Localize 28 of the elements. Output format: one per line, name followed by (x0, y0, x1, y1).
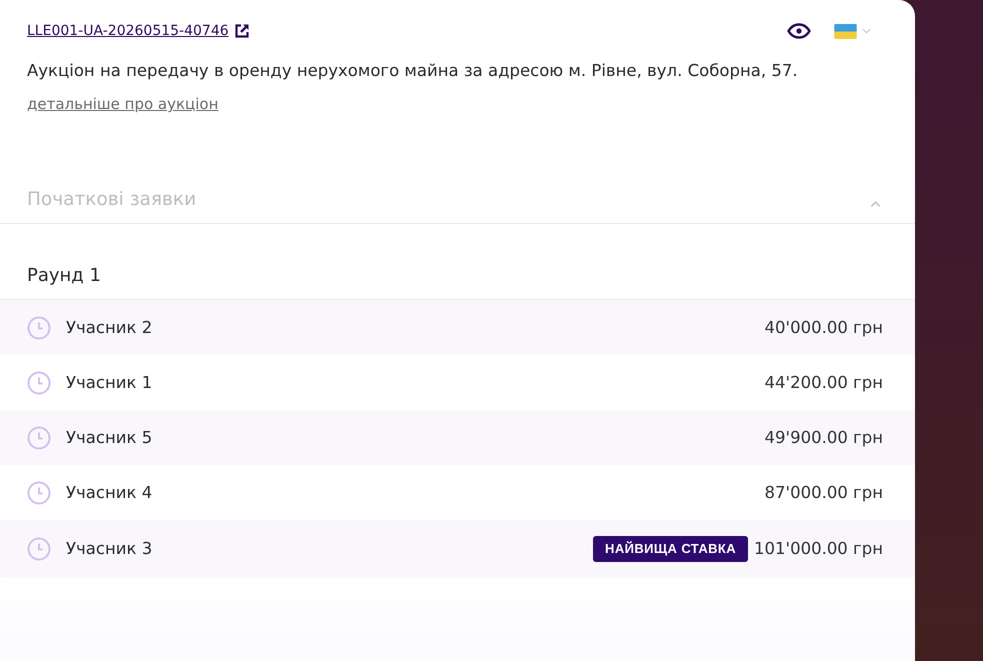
bid-amount: 40'000.00 грн (764, 318, 883, 337)
bid-amount: 44'200.00 грн (764, 373, 883, 392)
bid-amount: 49'900.00 грн (764, 428, 883, 447)
auction-description: Аукціон на передачу в оренду нерухомого майна за адресою м. Рівне, вул. Соборна, 57. (27, 60, 799, 82)
external-link-icon (234, 24, 249, 38)
round-title: Раунд 1 (27, 264, 101, 288)
bid-amount: 87'000.00 грн (764, 483, 883, 502)
clock-icon (27, 426, 51, 450)
clock-icon (27, 370, 51, 394)
clock-icon (27, 480, 51, 504)
clock-icon (27, 316, 51, 340)
section-title: Початкові заявки (27, 188, 196, 212)
language-selector[interactable] (833, 24, 871, 38)
flag-icon (833, 24, 858, 38)
participant-name: Учасник 4 (66, 483, 152, 502)
participant-name: Учасник 3 (66, 539, 152, 558)
participant-name: Учасник 2 (66, 318, 152, 337)
details-link[interactable]: детальніше про аукціон (27, 94, 218, 114)
participant-name: Учасник 5 (66, 428, 152, 447)
highest-bid-badge: НАЙВИЩА СТАВКА (593, 536, 748, 562)
participant-name: Учасник 1 (66, 373, 152, 392)
chevron-down-icon (862, 28, 871, 34)
bid-amount: 101'000.00 грн (754, 539, 883, 558)
clock-icon (27, 536, 51, 560)
auction-id-link[interactable]: LLE001-UA-20260515-40746 (27, 20, 249, 42)
eye-icon (787, 23, 811, 39)
view-button[interactable] (787, 23, 811, 39)
chevron-up-icon (870, 200, 881, 208)
